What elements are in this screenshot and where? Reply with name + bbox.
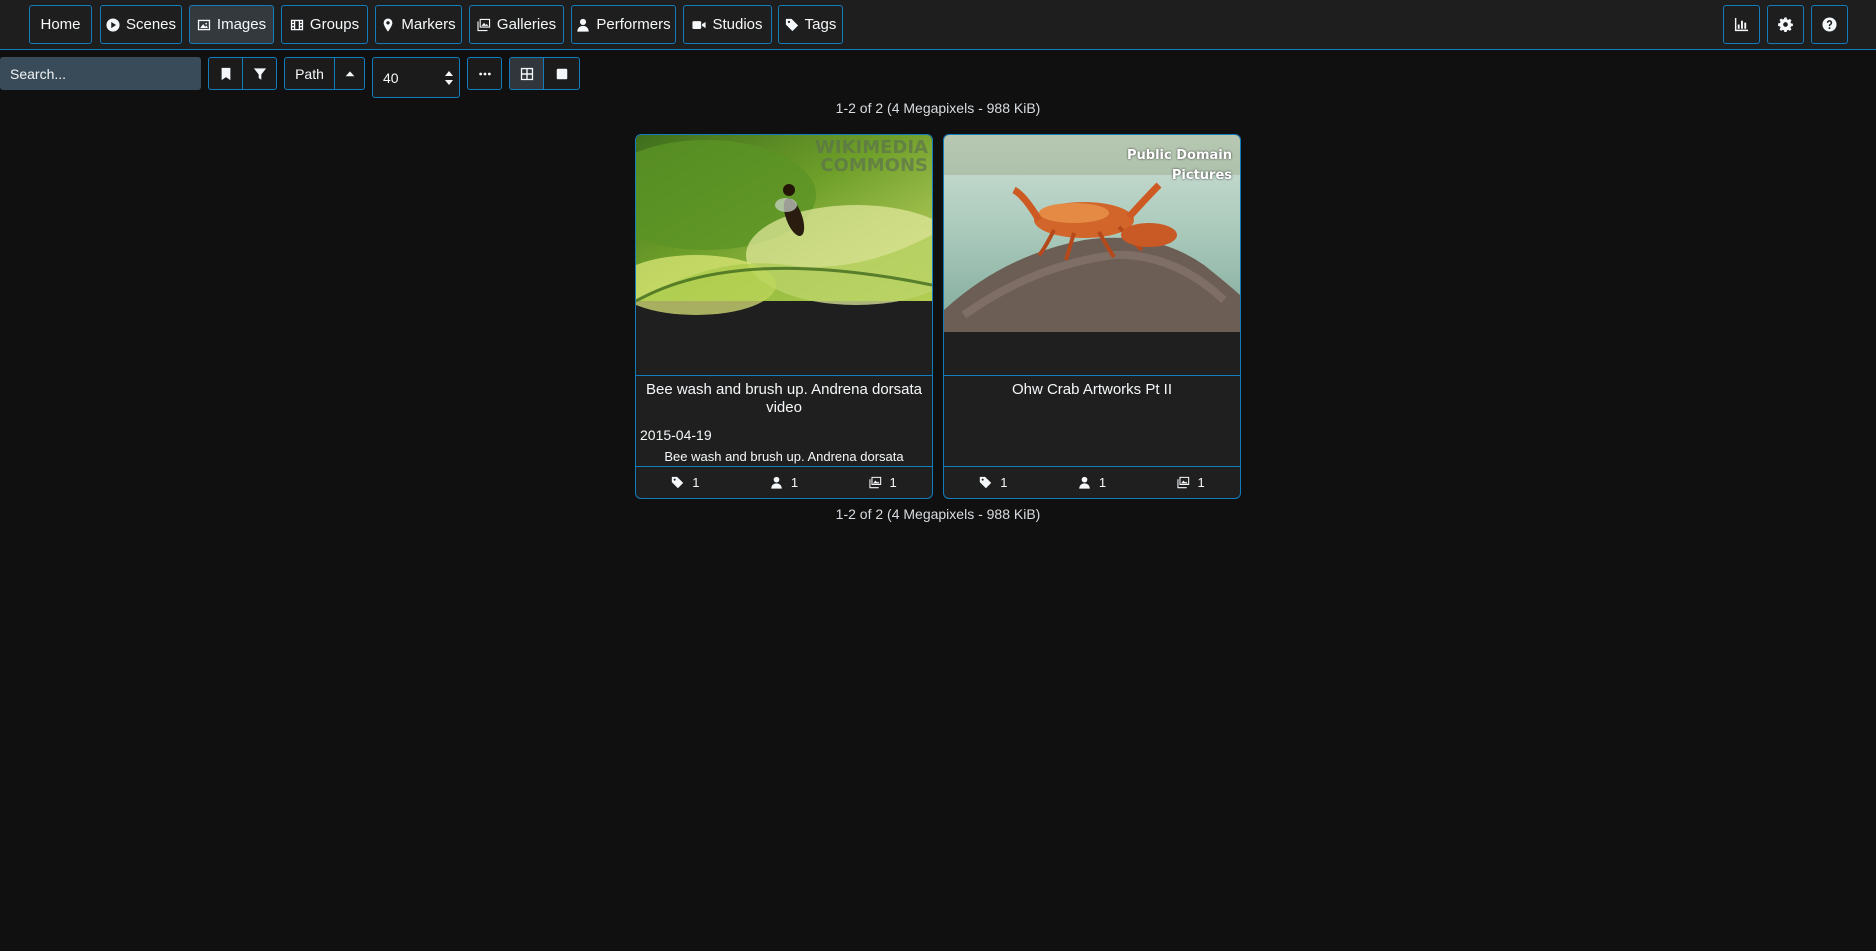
tag-icon <box>980 476 992 489</box>
sort-direction-button[interactable] <box>334 57 365 90</box>
nav-tags-label: Tags <box>804 16 837 33</box>
settings-button[interactable] <box>1767 5 1804 44</box>
nav-groups-label: Groups <box>309 16 360 33</box>
galleries-count: 1 <box>1197 475 1205 490</box>
user-icon <box>577 18 590 32</box>
nav-studios[interactable]: Studios <box>683 5 772 44</box>
question-circle-icon <box>1822 17 1837 32</box>
galleries-count: 1 <box>889 475 897 490</box>
nav-home[interactable]: Home <box>29 5 92 44</box>
nav-galleries-label: Galleries <box>496 16 557 33</box>
images-icon <box>868 476 881 489</box>
nav-galleries[interactable]: Galleries <box>469 5 564 44</box>
image-card[interactable]: WIKIMEDIA COMMONS Bee wash and brush up.… <box>635 134 933 499</box>
watermark-text: WIKIMEDIA COMMONS <box>815 137 928 176</box>
nav-performers[interactable]: Performers <box>571 5 676 44</box>
performers-count: 1 <box>1098 475 1107 490</box>
nav-scenes[interactable]: Scenes <box>100 5 182 44</box>
video-camera-icon <box>692 20 707 29</box>
performers-popover-button[interactable]: 1 <box>1078 475 1106 490</box>
card-popovers: 1 1 1 <box>636 467 932 498</box>
chart-bar-icon <box>1734 17 1749 32</box>
per-page-value: 40 <box>383 69 399 86</box>
nav-performers-label: Performers <box>596 16 671 33</box>
main-navbar: Home Scenes Images Groups Markers Galler… <box>0 0 1876 50</box>
tags-count: 1 <box>692 475 700 490</box>
saved-filters-button[interactable] <box>208 57 243 90</box>
thumbnail-watermark: WIKIMEDIA COMMONS <box>796 139 928 175</box>
filter-button[interactable] <box>242 57 277 90</box>
sort-arrows-icon <box>445 71 453 85</box>
grid-view-button[interactable] <box>509 57 544 90</box>
watermark-text: Public Domain Pictures <box>1127 148 1232 183</box>
user-icon <box>771 476 782 489</box>
nav-markers[interactable]: Markers <box>375 5 462 44</box>
ellipsis-icon <box>478 72 491 75</box>
card-divider <box>944 375 1240 376</box>
galleries-popover-button[interactable]: 1 <box>1176 475 1205 490</box>
nav-home-label: Home <box>40 16 81 33</box>
stats-button[interactable] <box>1723 5 1760 44</box>
galleries-popover-button[interactable]: 1 <box>868 475 897 490</box>
caret-up-icon <box>345 70 354 76</box>
results-summary-bottom: 1-2 of 2 (4 Megapixels - 988 KiB) <box>835 506 1041 522</box>
nav-tags[interactable]: Tags <box>778 5 843 44</box>
card-title[interactable]: Bee wash and brush up. Andrena dorsata v… <box>636 381 932 417</box>
user-icon <box>1079 476 1090 489</box>
nav-groups[interactable]: Groups <box>281 5 368 44</box>
tags-count: 1 <box>1000 475 1008 490</box>
images-icon <box>1176 476 1189 489</box>
performers-count: 1 <box>790 475 799 490</box>
images-icon <box>477 18 491 31</box>
image-card[interactable]: Public Domain Pictures Ohw Crab Artworks… <box>943 134 1241 499</box>
play-circle-icon <box>106 17 120 32</box>
card-date: 2015-04-19 <box>640 427 712 443</box>
grid-icon <box>520 67 533 80</box>
sort-by-label: Path <box>295 65 324 82</box>
help-button[interactable] <box>1811 5 1848 44</box>
card-description: Bee wash and brush up. Andrena dorsata <box>664 449 904 464</box>
tag-icon <box>785 18 798 31</box>
more-options-button[interactable] <box>467 57 502 90</box>
search-input[interactable] <box>0 57 201 90</box>
image-icon <box>197 19 211 30</box>
nav-images-label: Images <box>216 16 267 33</box>
results-summary-top: 1-2 of 2 (4 Megapixels - 988 KiB) <box>835 100 1041 116</box>
nav-images[interactable]: Images <box>189 5 274 44</box>
tags-popover-button[interactable]: 1 <box>979 475 1007 490</box>
film-icon <box>290 19 304 30</box>
tag-icon <box>672 476 684 489</box>
card-divider <box>636 375 932 376</box>
filter-icon <box>253 67 266 80</box>
wall-view-button[interactable] <box>543 57 580 90</box>
performers-popover-button[interactable]: 1 <box>770 475 798 490</box>
bookmark-icon <box>221 67 230 80</box>
nav-scenes-label: Scenes <box>125 16 177 33</box>
nav-markers-label: Markers <box>401 16 456 33</box>
gear-icon <box>1778 17 1793 32</box>
tags-popover-button[interactable]: 1 <box>671 475 699 490</box>
square-icon <box>556 68 567 79</box>
map-marker-icon <box>384 17 393 32</box>
per-page-select[interactable]: 40 <box>372 57 460 98</box>
nav-studios-label: Studios <box>712 16 763 33</box>
card-popovers: 1 1 1 <box>944 467 1240 498</box>
card-title[interactable]: Ohw Crab Artworks Pt II <box>944 381 1240 399</box>
thumbnail-watermark: Public Domain Pictures <box>1084 146 1232 186</box>
sort-by-dropdown[interactable]: Path <box>284 57 335 90</box>
